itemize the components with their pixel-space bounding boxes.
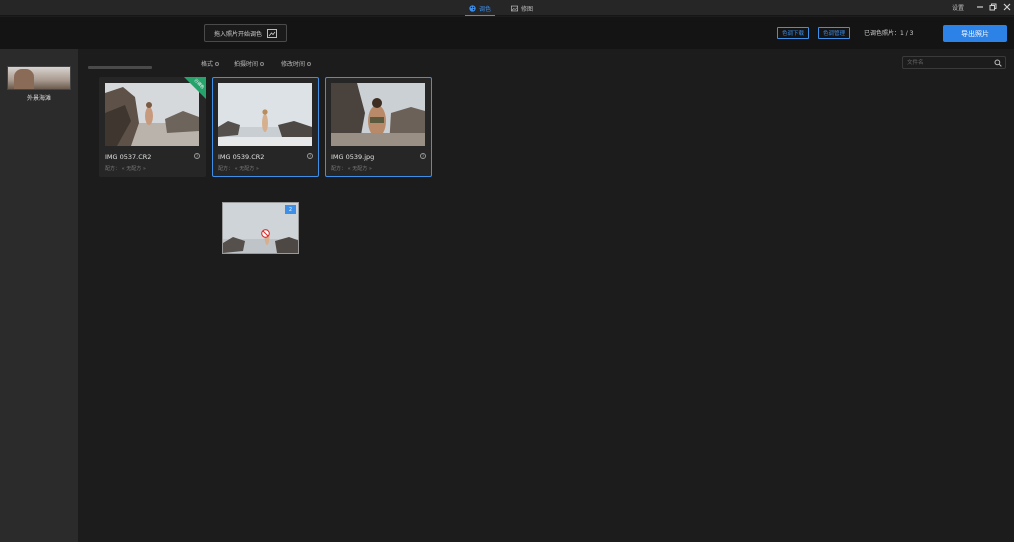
album-thumbnail[interactable] [7,66,71,90]
tab-retouch[interactable]: 修图 [511,1,533,15]
graded-count-label: 已调色照片：1 / 3 [864,30,914,37]
image-edit-icon [511,5,518,11]
photo-thumbnail[interactable] [218,83,312,146]
info-icon[interactable]: ? [307,153,313,159]
photo-card[interactable]: 已调色 IMG 0537.CR2 ? 配方： « 无配方 » [99,77,206,177]
sort-capture-time[interactable]: 拍摄时间 [234,59,265,68]
app-window: 调色 修图 设置 拖入照片开始调色 色调下载 色调管理 已调色照片：1 / 3 … [0,0,1014,542]
close-icon [1003,3,1011,11]
image-import-icon [267,28,277,38]
photo-card[interactable]: IMG 0539.jpg ? 配方： « 无配方 » [325,77,432,177]
tab-label: 修图 [521,5,534,13]
photo-thumbnail[interactable] [331,83,425,146]
sort-caret-icon [215,61,220,66]
search-box [902,56,1006,69]
photo-card[interactable]: IMG 0539.CR2 ? 配方： « 无配方 » [212,77,319,177]
toolbar: 拖入照片开始调色 色调下载 色调管理 已调色照片：1 / 3 导出照片 [0,17,1014,49]
minimize-button[interactable] [975,2,985,12]
photo-preset: 配方： « 无配方 » [218,166,259,172]
settings-link[interactable]: 设置 [952,3,964,12]
export-photos-button[interactable]: 导出照片 [943,25,1007,42]
sort-label: 修改时间 [281,61,306,68]
minimize-icon [977,6,983,8]
sort-caret-icon [307,61,312,66]
album-sidebar: 外景海滩 [0,49,78,542]
import-photos-button[interactable]: 拖入照片开始调色 [204,24,287,42]
sort-caret-icon [260,61,265,66]
beach-photo-image [331,83,425,146]
restore-icon [989,3,997,11]
sort-label: 拍摄时间 [234,61,259,68]
no-drop-icon [261,229,270,238]
graded-badge-label: 已调色 [193,77,206,90]
palette-icon [469,4,476,12]
close-button[interactable] [1002,2,1012,12]
sort-label: 格式 [201,61,214,68]
sort-modified-time[interactable]: 修改时间 [281,59,312,68]
photo-preset: 配方： « 无配方 » [105,166,146,172]
info-icon[interactable]: ? [420,153,426,159]
search-input[interactable] [907,59,991,67]
filter-scroll-indicator [88,66,152,69]
title-bar: 调色 修图 设置 [0,0,1014,16]
photo-filename: IMG 0539.jpg [331,153,375,161]
info-icon[interactable]: ? [194,153,200,159]
search-icon[interactable] [994,59,1002,67]
import-label: 拖入照片开始调色 [213,30,262,38]
preset-download-button[interactable]: 色调下载 [777,27,810,39]
sort-format[interactable]: 格式 [201,59,220,68]
drag-preview: 2 [222,202,299,254]
graded-badge: 已调色 [184,77,206,99]
beach-photo-image [218,83,312,146]
photo-filename: IMG 0537.CR2 [105,153,152,161]
preset-manage-button[interactable]: 色调管理 [818,27,851,39]
photo-filename: IMG 0539.CR2 [218,153,265,161]
restore-button[interactable] [988,2,998,12]
tab-label: 调色 [479,5,492,13]
drag-count-badge: 2 [285,205,296,214]
photo-preset: 配方： « 无配方 » [331,166,372,172]
album-label[interactable]: 外景海滩 [0,93,78,102]
tab-color-grading[interactable]: 调色 [464,1,496,16]
